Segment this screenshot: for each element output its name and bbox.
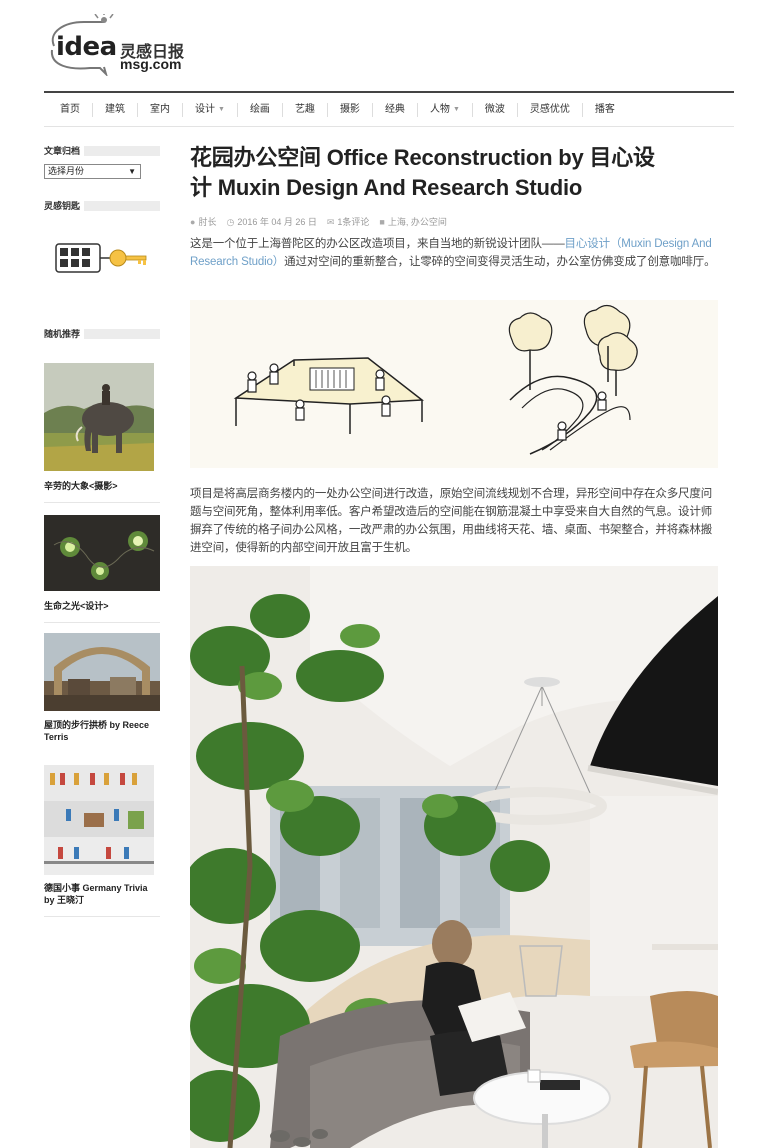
nav-item-photography[interactable]: 摄影: [328, 102, 373, 117]
article-title: 花园办公空间 Office Reconstruction by 目心设 计 Mu…: [190, 143, 730, 203]
nav-label: 播客: [594, 103, 615, 115]
nav-item-interior[interactable]: 室内: [138, 102, 183, 117]
logo-word: idea: [56, 32, 117, 62]
recommend-card[interactable]: 辛劳的大象<摄影>: [44, 363, 160, 503]
recommend-card[interactable]: 屋顶的步行拱桥 by Reece Terris: [44, 633, 160, 743]
card-title-line1[interactable]: 屋顶的步行拱桥 by Reece: [44, 719, 149, 731]
card-title[interactable]: 生命之光<设计>: [44, 600, 109, 612]
author-name: 肘长: [198, 217, 217, 227]
tag-list: 上海, 办公空间: [387, 217, 447, 227]
nav-label: 艺趣: [294, 103, 315, 115]
nav-label: 人物: [429, 103, 450, 115]
nav-item-art-fun[interactable]: 艺趣: [283, 102, 328, 117]
archive-heading-label: 文章归档: [44, 145, 85, 157]
meta-author[interactable]: ● 肘长: [190, 215, 216, 228]
nav-item-architecture[interactable]: 建筑: [93, 102, 138, 117]
nav-label: 设计: [195, 103, 215, 115]
keychain-heading: 灵感钥匙: [44, 200, 160, 212]
site-logo[interactable]: idea 灵感日报 msg.com: [46, 14, 206, 76]
recommend-card[interactable]: 德国小事 Germany Trivia by 王晓汀: [44, 765, 160, 919]
divider: [44, 622, 160, 623]
chevron-down-icon: ▼: [452, 105, 460, 113]
meta-date: ◷ 2016 年 04 月 26 日: [226, 215, 316, 228]
sketch-illustration: [190, 300, 718, 468]
chevron-down-icon: ▼: [218, 105, 225, 113]
nav-item-painting[interactable]: 绘画: [238, 102, 283, 117]
logo-domain: msg.com: [120, 56, 182, 72]
card-title-line1[interactable]: 德国小事 Germany Trivia: [44, 882, 148, 894]
lights-thumbnail[interactable]: [44, 515, 160, 591]
nav-label: 经典: [384, 103, 405, 115]
nav-label: 摄影: [339, 103, 360, 115]
meta-tags[interactable]: ■ 上海, 办公空间: [379, 215, 446, 228]
random-recommend-heading: 随机推荐: [44, 328, 160, 340]
keychain-heading-label: 灵感钥匙: [44, 200, 85, 212]
archive-heading: 文章归档: [44, 145, 160, 157]
nav-item-podcast[interactable]: 播客: [583, 103, 627, 117]
post-date: 2016 年 04 月 26 日: [237, 217, 317, 227]
nav-label: 绘画: [249, 103, 270, 115]
nav-label: 室内: [150, 103, 170, 115]
main-nav: 首页 建筑 室内 设计 ▼ 绘画 艺趣 摄影 经典 人物 ▼ 微波 灵感优优 播客: [44, 91, 734, 127]
comment-icon: ✉: [326, 217, 335, 227]
clock-icon: ◷: [226, 217, 235, 227]
meta-comments[interactable]: ✉ 1条评论: [327, 215, 370, 228]
intro-paragraph: 这是一个位于上海普陀区的办公区改造项目，来自当地的新锐设计团队——目心设计（Mu…: [190, 235, 720, 271]
nav-item-home[interactable]: 首页: [44, 102, 93, 117]
nav-label: 灵感优优: [529, 103, 570, 115]
nav-label: 建筑: [105, 103, 125, 115]
recommend-card[interactable]: 生命之光<设计>: [44, 515, 160, 623]
germany-trivia-thumbnail[interactable]: [44, 765, 154, 875]
nav-label: 首页: [60, 103, 80, 115]
intro-text-before: 这是一个位于上海普陀区的办公区改造项目，来自当地的新锐设计团队——: [190, 238, 565, 250]
nav-item-design[interactable]: 设计 ▼: [183, 102, 238, 117]
card-title[interactable]: 辛劳的大象<摄影>: [44, 480, 118, 492]
article-meta: ● 肘长 ◷ 2016 年 04 月 26 日 ✉ 1条评论 ■ 上海, 办公空间: [190, 215, 447, 228]
elephant-thumbnail[interactable]: [44, 363, 154, 471]
nav-item-inspiration-picks[interactable]: 灵感优优: [518, 102, 583, 117]
body-paragraph: 项目是将高层商务楼内的一处办公空间进行改造，原始空间流线规划不合理，异形空间中存…: [190, 488, 713, 554]
month-select-value: 选择月份: [48, 166, 85, 176]
user-icon: ●: [190, 217, 196, 227]
card-title-line2[interactable]: Terris: [44, 731, 68, 743]
office-interior-photo: [190, 566, 718, 1148]
article-title-line1: 花园办公空间 Office Reconstruction by 目心设: [190, 145, 655, 170]
nav-label: 微波: [484, 103, 505, 115]
nav-item-people[interactable]: 人物 ▼: [418, 102, 473, 117]
nav-item-microwave[interactable]: 微波: [473, 102, 518, 117]
archive-month-select[interactable]: 选择月份 ▼: [44, 164, 141, 179]
article-title-line2: 计 Muxin Design And Research Studio: [190, 175, 583, 200]
random-heading-label: 随机推荐: [44, 328, 85, 340]
intro-text-after: 通过对空间的重新整合，让零碎的空间变得灵活生动，办公室仿佛变成了创意咖啡厅。: [284, 256, 716, 268]
arch-bridge-thumbnail[interactable]: [44, 633, 160, 711]
divider: [44, 502, 160, 503]
folder-icon: ■: [379, 217, 385, 227]
card-title-line2[interactable]: by 王晓汀: [44, 894, 84, 906]
divider: [44, 916, 160, 917]
comment-count: 1条评论: [337, 217, 370, 227]
inspiration-key-icon[interactable]: [54, 240, 150, 276]
dropdown-arrow-icon: ▼: [128, 167, 136, 176]
nav-item-classic[interactable]: 经典: [373, 102, 418, 117]
